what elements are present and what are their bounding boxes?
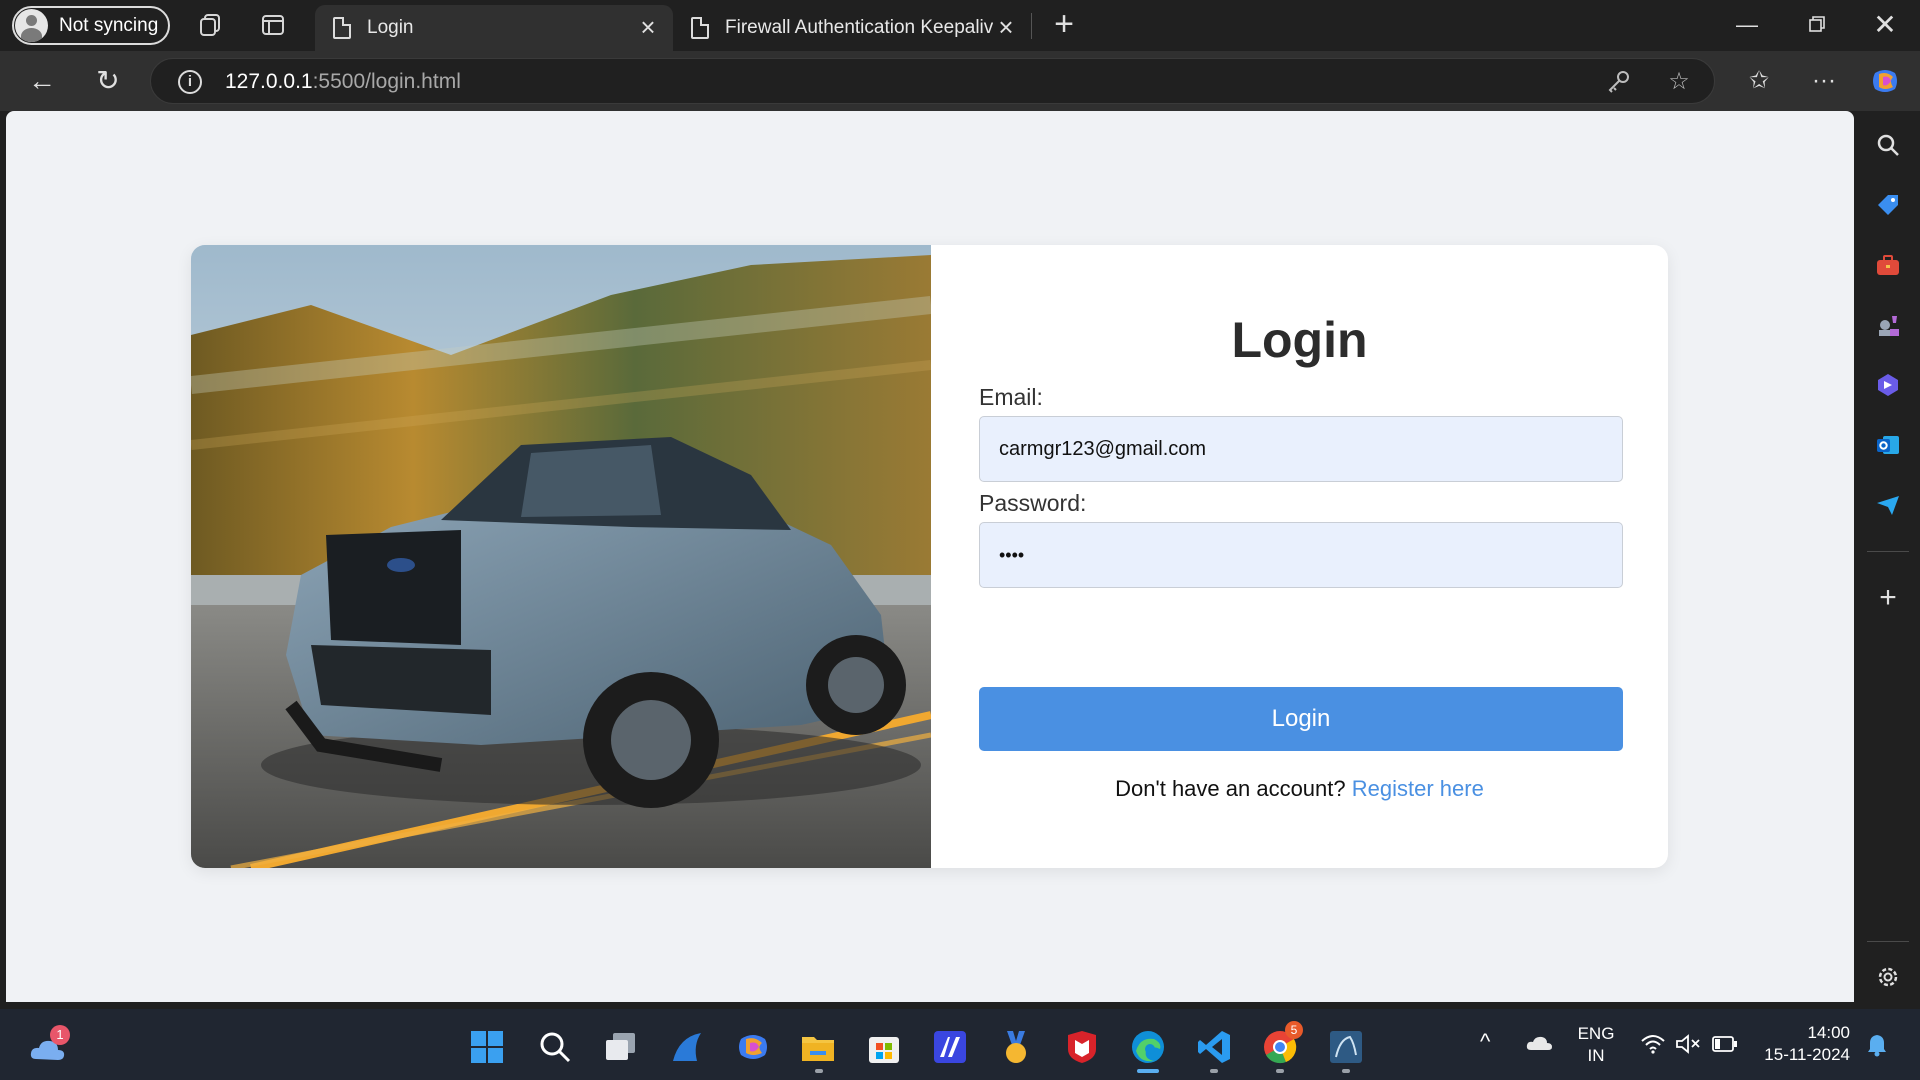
input-language-indicator[interactable]: ENG IN [1576,1023,1616,1067]
url-text[interactable]: 127.0.0.1:5500/login.html [225,70,461,94]
login-card: Login Email: carmgr123@gmail.com Passwor… [191,245,1668,868]
email-label: Email: [979,384,1043,410]
send-icon[interactable] [1874,491,1902,519]
new-tab-icon[interactable]: + [1050,7,1078,42]
vscode-icon[interactable] [1196,1029,1232,1065]
search-icon[interactable] [537,1029,573,1065]
copilot-icon[interactable] [1869,65,1901,97]
sidebar-separator [1867,941,1909,942]
edge-sidebar: + [1855,111,1920,1009]
shopping-tag-icon[interactable] [1874,191,1902,219]
email-field[interactable]: carmgr123@gmail.com [979,416,1623,482]
medal-app-icon[interactable] [998,1029,1034,1065]
browser-toolbar: ← ↻ i 127.0.0.1:5500/login.html ☆ ✩ ··· [0,51,1920,111]
close-tab-icon[interactable]: × [993,14,1019,41]
clock[interactable]: 14:00 15-11-2024 [1755,1022,1850,1066]
microsoft-store-icon[interactable] [866,1029,902,1065]
notification-bell-icon[interactable] [1866,1033,1888,1057]
active-app-indicator [1137,1069,1159,1073]
file-explorer-icon[interactable] [800,1029,836,1065]
copilot-app-icon[interactable] [735,1029,771,1065]
copilot-sidebar-icon[interactable] [1874,371,1902,399]
task-view-icon[interactable] [603,1029,639,1065]
address-bar[interactable]: i 127.0.0.1:5500/login.html ☆ [150,58,1715,104]
search-icon[interactable] [1874,131,1902,159]
clock-time: 14:00 [1807,1023,1850,1042]
add-icon[interactable]: + [1874,583,1902,613]
volume-muted-icon[interactable] [1675,1033,1701,1055]
wifi-icon[interactable] [1640,1033,1666,1055]
notification-badge: 1 [50,1025,70,1045]
sidebar-separator [1867,551,1909,552]
page-title: Login [1231,312,1368,368]
onedrive-icon[interactable] [1525,1033,1553,1053]
password-field[interactable]: •••• [979,522,1623,588]
back-icon[interactable]: ← [26,65,58,97]
running-indicator [1210,1069,1218,1073]
refresh-icon[interactable]: ↻ [92,65,124,97]
games-icon[interactable] [1874,311,1902,339]
register-prompt: Don't have an account? Register here [931,776,1668,802]
minimize-icon[interactable]: — [1727,8,1767,42]
language-code: ENG [1577,1024,1615,1043]
url-host: 127.0.0.1 [225,70,313,93]
edge-browser-icon[interactable] [1130,1029,1166,1065]
car-photo [191,245,931,868]
site-info-icon[interactable]: i [178,70,202,94]
outlook-icon[interactable] [1874,431,1902,459]
tab-title: Firewall Authentication Keepalive [725,17,993,38]
login-button[interactable]: Login [979,687,1623,751]
login-form: Login Email: carmgr123@gmail.com Passwor… [931,245,1668,868]
close-tab-icon[interactable]: × [635,14,661,41]
close-window-icon[interactable]: ✕ [1865,8,1905,42]
taskbar: 1 5 ^ ENG IN 14:00 15-11-2024 [0,1009,1920,1080]
settings-gear-icon[interactable] [1874,963,1902,991]
running-indicator [1342,1069,1350,1073]
app-icon-m[interactable] [932,1029,968,1065]
tab-title: Login [367,17,414,38]
url-path: :5500/login.html [312,70,461,93]
favorites-icon[interactable]: ✩ [1743,65,1775,97]
tools-icon[interactable] [1874,251,1902,279]
tab-separator [1031,13,1032,39]
page-icon [333,17,351,39]
workspaces-icon[interactable] [197,12,223,38]
key-icon[interactable] [1606,69,1632,95]
tab-firewall[interactable]: Firewall Authentication Keepalive × [673,5,1031,51]
vertical-tabs-icon[interactable] [260,12,286,38]
restore-icon[interactable] [1796,8,1836,42]
profile-button[interactable]: Not syncing [12,6,170,45]
chrome-badge: 5 [1285,1021,1303,1039]
profile-avatar-icon [15,9,48,42]
clock-date: 15-11-2024 [1764,1045,1850,1064]
dolphin-app-icon[interactable] [669,1029,705,1065]
weather-widget[interactable]: 1 [28,1025,70,1065]
favorite-star-icon[interactable]: ☆ [1666,69,1692,95]
battery-icon[interactable] [1712,1035,1738,1053]
start-windows-icon[interactable] [469,1029,505,1065]
mysql-workbench-icon[interactable] [1328,1029,1364,1065]
mcafee-icon[interactable] [1064,1029,1100,1065]
region-code: IN [1587,1046,1605,1065]
more-menu-icon[interactable]: ··· [1808,65,1840,97]
password-label: Password: [979,490,1087,516]
car-illustration [191,245,931,868]
running-indicator [1276,1069,1284,1073]
running-indicator [815,1069,823,1073]
show-hidden-icons-chevron-icon[interactable]: ^ [1480,1031,1490,1053]
page-icon [691,17,709,39]
profile-label: Not syncing [59,14,159,36]
title-bar: Not syncing Login × Firewall Authenticat… [0,0,1920,51]
register-prompt-text: Don't have an account? [1115,776,1346,801]
tab-login[interactable]: Login × [315,5,673,51]
register-link[interactable]: Register here [1352,776,1484,801]
page-viewport: Login Email: carmgr123@gmail.com Passwor… [6,111,1854,1002]
